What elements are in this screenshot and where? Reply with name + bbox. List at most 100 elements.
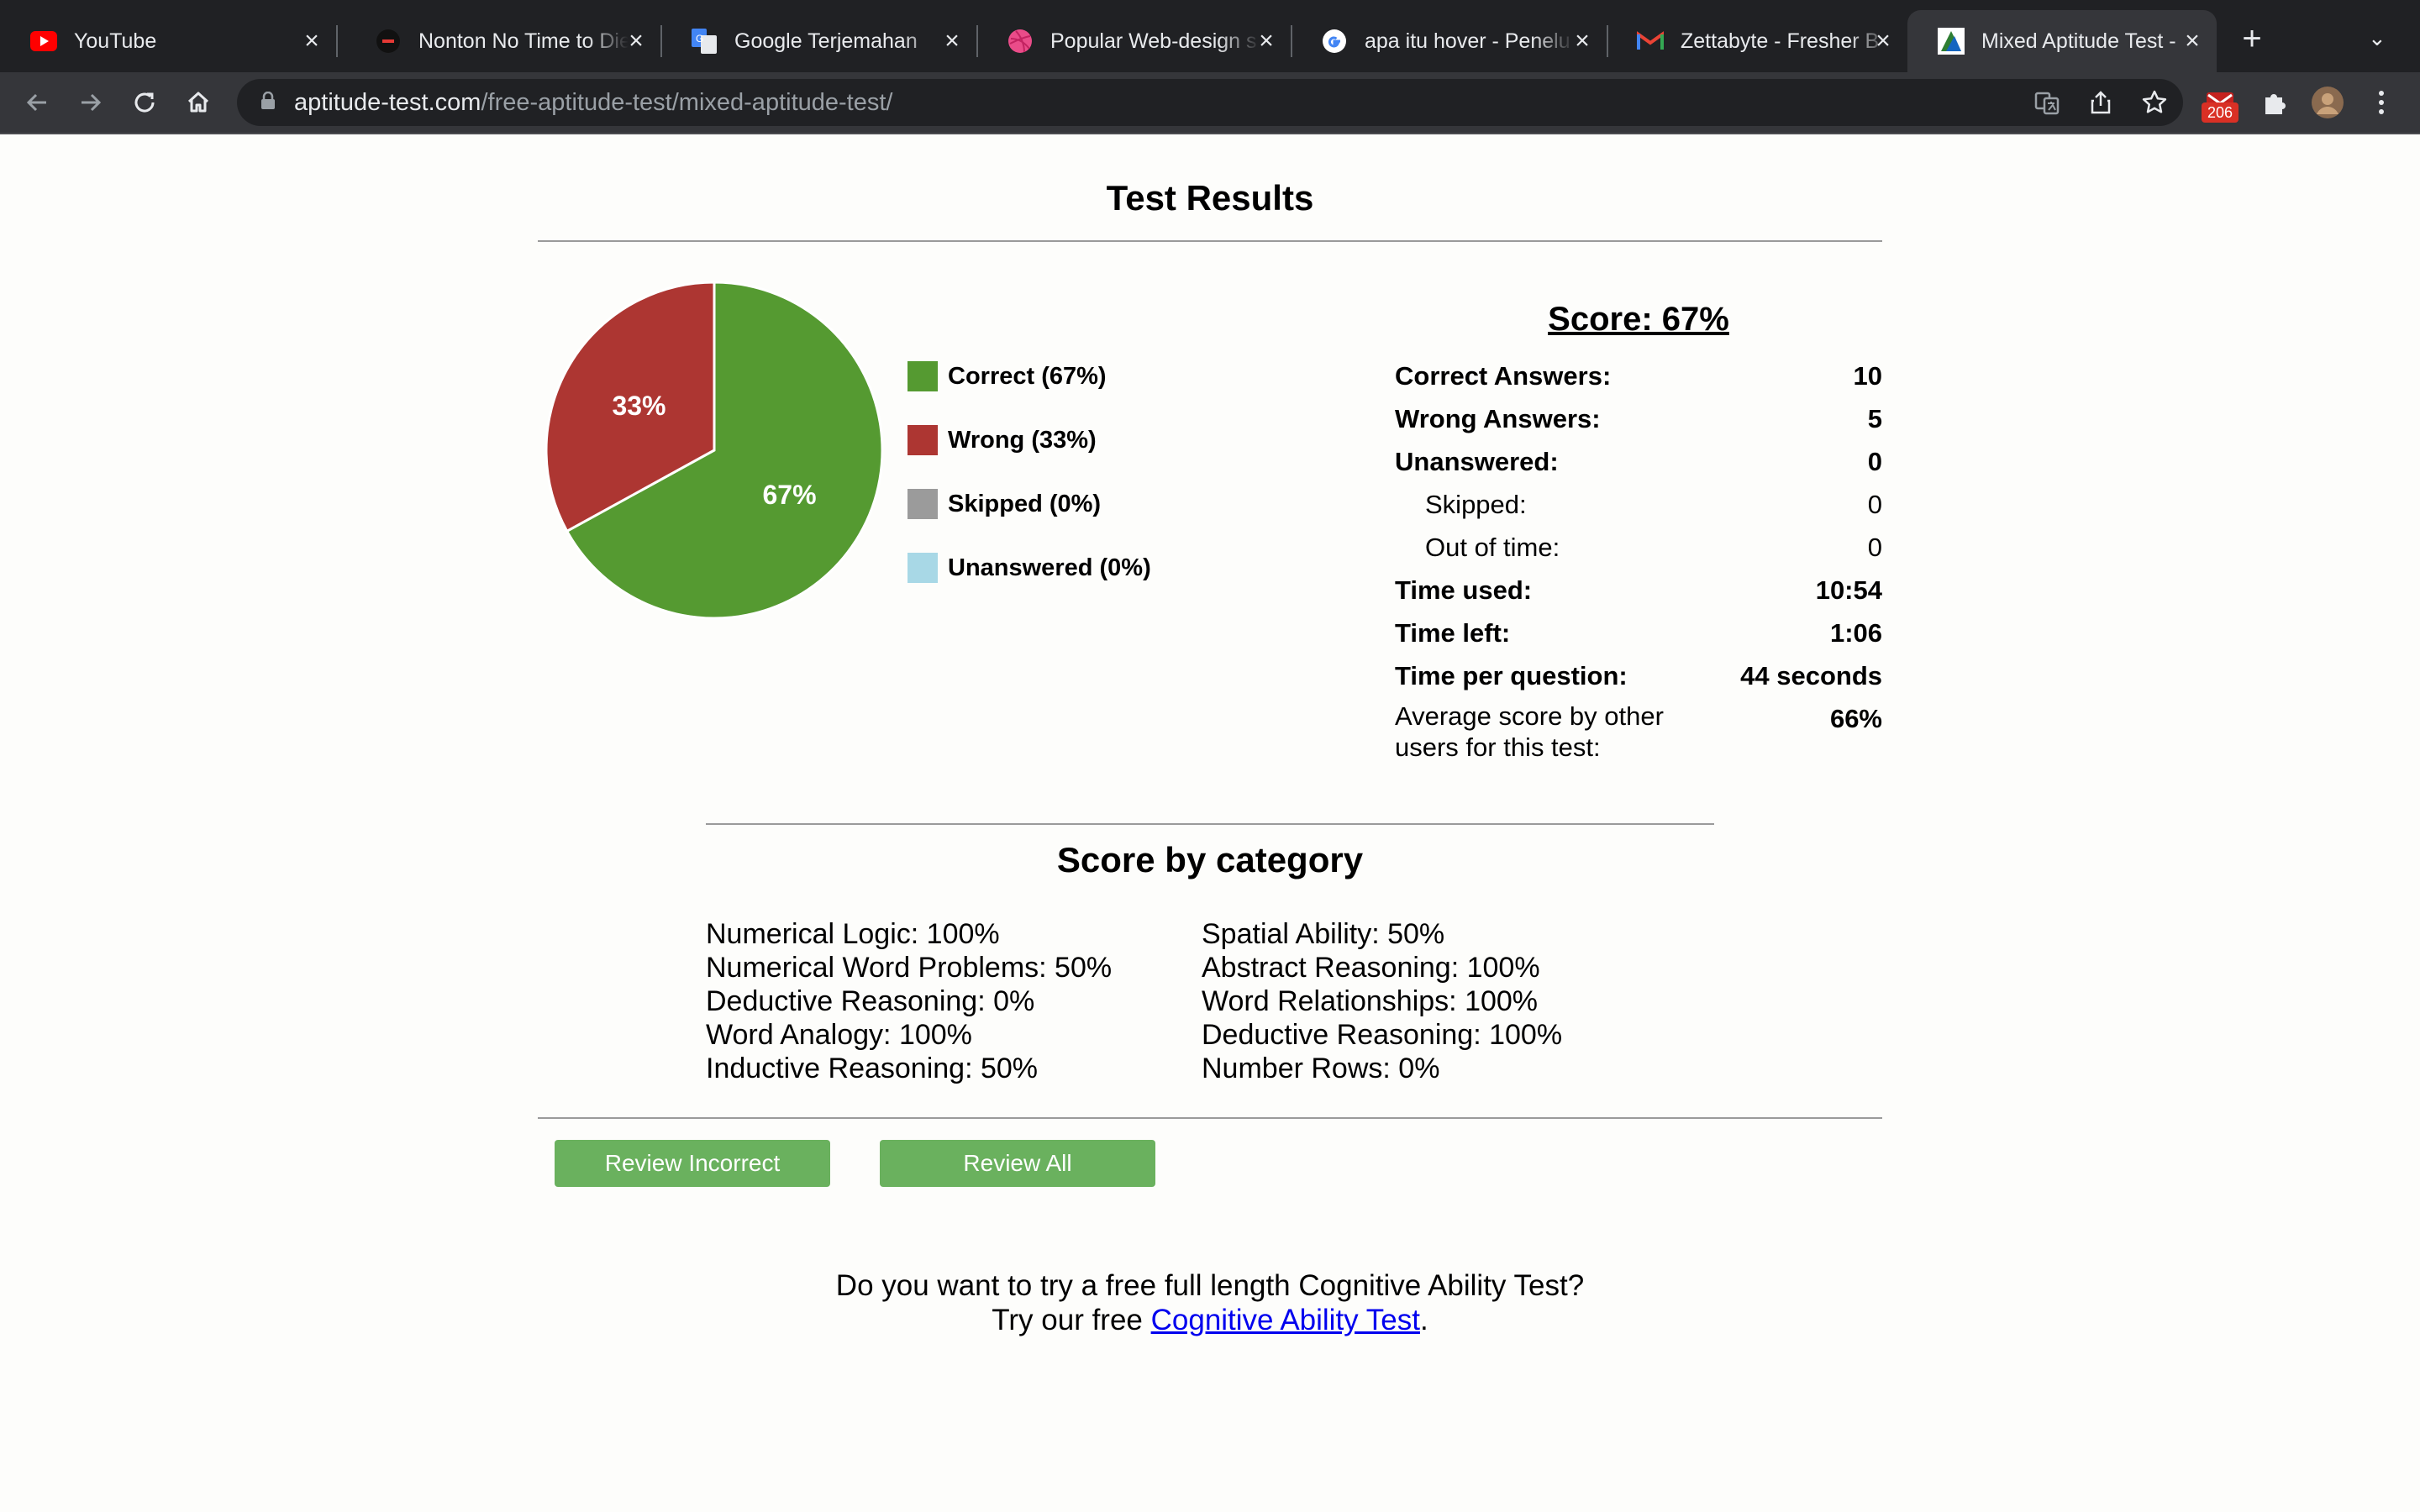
category-score: Inductive Reasoning: 50% [706,1053,1039,1084]
tab-close-icon[interactable]: × [938,27,966,55]
browser-tab[interactable]: G Google Terjemahan × [660,10,978,72]
tab-title: Zettabyte - Fresher B [1681,29,1880,53]
promo-text: Do you want to try a free full length Co… [538,1268,1882,1337]
gmail-icon [1637,28,1664,55]
category-score: Spatial Ability: 50% [1202,918,1445,950]
divider-top [538,240,1882,242]
browser-menu-kebab-icon[interactable] [2363,84,2400,121]
google-icon [1321,28,1348,55]
tab-title: apa itu hover - Penelu [1365,29,1570,53]
tab-separator [336,25,338,57]
forward-button[interactable] [72,84,109,121]
dribbble-icon [1007,28,1034,55]
legend-label: Wrong (33%) [948,426,1097,454]
browser-tab[interactable]: Mixed Aptitude Test - × [1907,10,2217,72]
stat-value: 0 [1867,533,1882,562]
back-button[interactable] [18,84,55,121]
forward-arrow-icon [82,93,102,112]
stat-label: Wrong Answers: [1395,404,1601,433]
tab-close-icon[interactable]: × [1568,27,1597,55]
browser-tab[interactable]: Zettabyte - Fresher B × [1607,10,1907,72]
movie-site-icon [375,28,402,55]
tab-title: Mixed Aptitude Test - [1981,29,2176,53]
stat-value: 5 [1867,404,1882,433]
stat-label-line: Average score by other [1395,701,1664,731]
category-list-left: Numerical Logic: 100% Numerical Word Prob… [706,917,1112,1085]
browser-toolbar: aptitude-test.com/free-aptitude-test/mix… [0,72,2420,134]
legend-item: Skipped (0%) [908,489,1101,519]
stat-label: Unanswered: [1395,447,1559,476]
translate-page-icon[interactable] [2030,86,2064,119]
browser-tab[interactable]: Popular Web-design s × [976,10,1292,72]
pie-label-wrong: 33% [612,391,666,421]
bookmark-star-icon[interactable] [2138,86,2171,119]
url-path: /free-aptitude-test/mixed-aptitude-test/ [481,88,893,116]
stat-label: Time left: [1395,618,1511,648]
category-score: Deductive Reasoning: 100% [1202,1019,1563,1051]
reload-icon [134,92,155,113]
browser-tab[interactable]: Nonton No Time to Die × [345,10,662,72]
category-score: Word Relationships: 100% [1202,985,1539,1017]
home-icon [187,92,209,113]
reload-button[interactable] [126,84,163,121]
stat-value: 66% [1829,704,1882,733]
page-title: Test Results [1106,178,1314,218]
promo-line-1: Do you want to try a free full length Co… [835,1269,1585,1302]
category-list-right: Spatial Ability: 50% Abstract Reasoning: … [1202,917,1562,1085]
tab-title: Nonton No Time to Die [418,29,629,53]
stat-label: Time per question: [1395,661,1628,690]
legend-item: Wrong (33%) [908,425,1097,455]
tab-close-icon[interactable]: × [2178,27,2207,55]
stat-label: Correct Answers: [1395,361,1612,391]
cognitive-ability-test-link[interactable]: Cognitive Ability Test [1151,1304,1420,1336]
promo-line-2: Try our free Cognitive Ability Test. [538,1303,1882,1337]
extensions-puzzle-icon[interactable] [2255,84,2292,121]
google-translate-icon: G [691,28,718,55]
legend-swatch [908,361,938,391]
lock-icon [260,89,276,117]
stat-value: 0 [1867,447,1882,476]
stat-label: Skipped: [1425,490,1527,519]
category-score: Number Rows: 0% [1202,1053,1440,1084]
tab-strip: YouTube × Nonton No Time to Die × G Google Te… [0,0,2420,72]
category-score: Abstract Reasoning: 100% [1202,952,1540,984]
pie-label-correct: 67% [762,480,816,510]
legend-label: Correct (67%) [948,362,1107,390]
mail-extension-badge: 206 [2202,102,2238,123]
tab-close-icon[interactable]: × [1252,27,1281,55]
home-button[interactable] [180,84,217,121]
stat-value: 10 [1853,361,1882,391]
legend-label: Skipped (0%) [948,490,1102,517]
stat-label: Out of time: [1425,533,1560,562]
stat-label: Average score by other users for this tes… [1395,701,1664,763]
tab-search-chevron-icon[interactable]: ⌄ [2368,25,2386,51]
new-tab-button[interactable]: + [2235,22,2269,55]
tab-close-icon[interactable]: × [622,27,650,55]
share-icon[interactable] [2084,86,2118,119]
browser-tab[interactable]: apa itu hover - Penelu × [1291,10,1608,72]
address-bar[interactable]: aptitude-test.com/free-aptitude-test/mix… [237,79,2183,126]
youtube-icon [30,28,57,55]
stat-value: 1:06 [1829,618,1882,648]
review-incorrect-button[interactable]: Review Incorrect [555,1140,830,1187]
legend-item: Correct (67%) [908,361,1107,391]
aptitude-test-icon [1938,28,1965,55]
browser-tab[interactable]: YouTube × [0,10,338,72]
category-score: Deductive Reasoning: 0% [706,985,1035,1017]
category-score: Word Analogy: 100% [706,1019,972,1051]
profile-avatar[interactable] [2309,84,2346,121]
promo-suffix: . [1419,1304,1428,1336]
review-all-button[interactable]: Review All [880,1140,1155,1187]
tab-title: Popular Web-design s [1050,29,1257,53]
stat-value: 0 [1867,490,1882,519]
divider-category [706,823,1714,825]
tab-close-icon[interactable]: × [297,27,326,55]
results-pie-chart: 67% 33% [544,281,884,620]
category-score: Numerical Logic: 100% [706,918,1000,950]
svg-text:G: G [696,33,703,45]
tab-title: Google Terjemahan [734,29,918,53]
tab-title: YouTube [74,29,157,53]
legend-swatch [908,489,938,519]
tab-close-icon[interactable]: × [1869,27,1897,55]
stat-label-line: users for this test: [1395,732,1601,762]
